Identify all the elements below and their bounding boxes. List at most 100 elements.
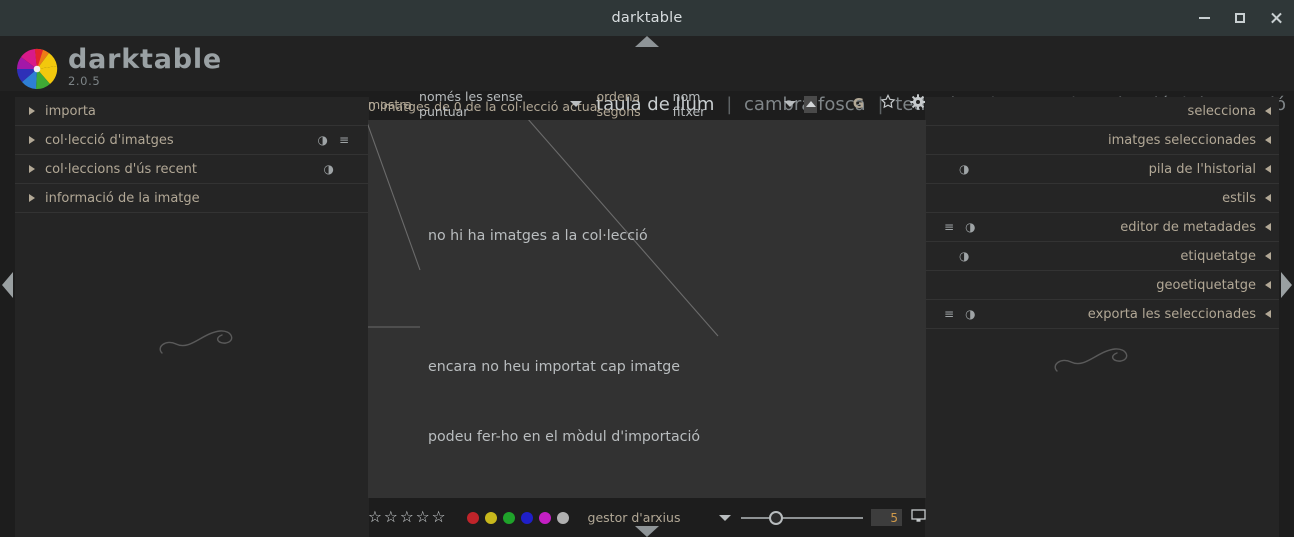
color-label-red[interactable] [466,511,479,524]
reset-icon[interactable]: ◑ [317,134,327,146]
sidebar-item-metadata-editor[interactable]: ≡ ◑ editor de metadades [925,213,1279,242]
brand-version: 2.0.5 [68,74,101,88]
darktable-window: darktable darktable 2.0.5 seleccionades … [0,0,1294,537]
color-labels [466,511,569,524]
rating-star-4[interactable]: ☆ [416,509,430,526]
minimize-button[interactable] [1186,0,1222,36]
color-label-gray[interactable] [556,511,569,524]
expander-arrow-icon [29,107,35,115]
rating-star-3[interactable]: ☆ [400,509,414,526]
sort-ascending-icon [805,101,816,107]
layout-mode-dropdown-icon[interactable] [719,514,731,521]
sort-direction-button[interactable] [804,95,817,113]
empty-collection-message: no hi ha imatges a la col·lecció encara … [428,178,874,498]
sidebar-item-image-information[interactable]: informació de la imatge [15,184,369,213]
module-icons: ◑ [324,163,334,175]
collapse-top-panel-toggle[interactable] [635,36,659,47]
expander-arrow-icon [1265,281,1271,289]
reset-icon[interactable]: ◑ [965,308,975,320]
sidebar-item-label: exporta les seleccionades [1087,306,1256,322]
darktable-logo-icon [14,46,60,92]
sidebar-item-label: editor de metadades [1120,219,1256,235]
sort-dropdown-icon[interactable] [784,101,797,107]
brand-text: darktable 2.0.5 [68,44,223,88]
module-icons: ◑ [959,163,969,175]
sidebar-item-collect-images[interactable]: col·lecció d'imatges ◑ ≡ [15,126,369,155]
decorative-flourish [159,330,233,354]
presets-icon[interactable]: ≡ [339,134,349,146]
sidebar-item-export-selected[interactable]: ≡ ◑ exporta les seleccionades [925,300,1279,329]
sidebar-item-history-stack[interactable]: ◑ pila de l'historial [925,155,1279,184]
overlays-star-icon[interactable] [880,94,896,114]
sidebar-item-label: col·lecció d'imatges [45,132,174,148]
color-label-blue[interactable] [520,511,533,524]
grouping-icon[interactable]: G [853,96,864,112]
reset-icon[interactable]: ◑ [324,163,334,175]
expander-arrow-icon [1265,223,1271,231]
sort-label: ordena segons [596,89,641,119]
close-button[interactable] [1258,0,1294,36]
sidebar-item-import[interactable]: importa [15,97,369,126]
expander-arrow-icon [1265,136,1271,144]
minimize-icon [1198,17,1210,19]
sidebar-item-selected-images[interactable]: imatges seleccionades [925,126,1279,155]
sidebar-item-recent-collections[interactable]: col·leccions d'ús recent ◑ [15,155,369,184]
sidebar-item-label: imatges seleccionades [1108,132,1256,148]
window-controls [1186,0,1294,36]
filter-show-value[interactable]: només les sense puntuar [419,89,537,119]
preferences-gear-icon[interactable] [910,94,926,114]
expander-arrow-icon [29,165,35,173]
filter-show-dropdown-icon[interactable] [570,101,583,107]
close-icon [1270,12,1282,24]
sidebar-item-label: estils [1222,190,1256,206]
rating-star-5[interactable]: ☆ [432,509,446,526]
sidebar-item-tagging[interactable]: ◑ etiquetatge [925,242,1279,271]
left-panel: importa col·lecció d'imatges ◑ ≡ col·lec… [15,97,369,537]
sidebar-item-styles[interactable]: estils [925,184,1279,213]
expander-arrow-icon [1265,107,1271,115]
color-label-purple[interactable] [538,511,551,524]
zoom-value-box[interactable]: 5 [871,509,902,526]
rating-star-1[interactable]: ☆ [368,509,382,526]
color-label-green[interactable] [502,511,515,524]
color-label-yellow[interactable] [484,511,497,524]
sidebar-item-label: geoetiquetatge [1156,277,1256,293]
sidebar-item-label: col·leccions d'ús recent [45,161,197,177]
sidebar-item-label: etiquetatge [1180,248,1256,264]
empty-message-line-2: encara no heu importat cap imatge [428,358,681,375]
sidebar-item-label: selecciona [1187,103,1256,119]
collapse-right-panel-toggle[interactable] [1281,272,1292,298]
maximize-button[interactable] [1222,0,1258,36]
layout-mode-label[interactable]: gestor d'arxius [588,510,681,525]
filter-toolbar: mostra només les sense puntuar ordena se… [368,89,926,119]
expander-arrow-icon [1265,194,1271,202]
rating-stars[interactable]: ☆ ☆ ☆ ☆ ☆ [368,509,446,526]
brand-name: darktable [68,44,223,75]
lighttable-center-view[interactable]: no hi ha imatges a la col·lecció encara … [368,120,926,498]
maximize-icon [1235,13,1245,23]
sidebar-item-geotagging[interactable]: geoetiquetatge [925,271,1279,300]
reset-icon[interactable]: ◑ [965,221,975,233]
expander-arrow-icon [1265,252,1271,260]
sort-value[interactable]: nom fitxer [673,89,721,119]
reset-icon[interactable]: ◑ [959,250,969,262]
presets-icon[interactable]: ≡ [944,221,954,233]
presets-icon[interactable]: ≡ [944,308,954,320]
monitor-icon[interactable] [911,508,926,527]
collapse-bottom-panel-toggle[interactable] [635,526,659,537]
module-icons: ≡ ◑ [944,221,976,233]
zoom-slider[interactable] [741,510,863,525]
zoom-slider-knob[interactable] [769,510,783,525]
expander-arrow-icon [1265,310,1271,318]
sidebar-item-label: pila de l'historial [1148,161,1256,177]
module-icons: ◑ [959,250,969,262]
sidebar-item-label: importa [45,103,96,119]
reset-icon[interactable]: ◑ [959,163,969,175]
sidebar-item-label: informació de la imatge [45,190,200,206]
empty-message-line-3: podeu fer-ho en el mòdul d'importació [428,429,701,445]
collapse-left-panel-toggle[interactable] [2,272,13,298]
rating-star-2[interactable]: ☆ [384,509,398,526]
sidebar-item-select[interactable]: selecciona [925,97,1279,126]
zoom-control-group: 5 [719,508,926,527]
expander-arrow-icon [29,136,35,144]
